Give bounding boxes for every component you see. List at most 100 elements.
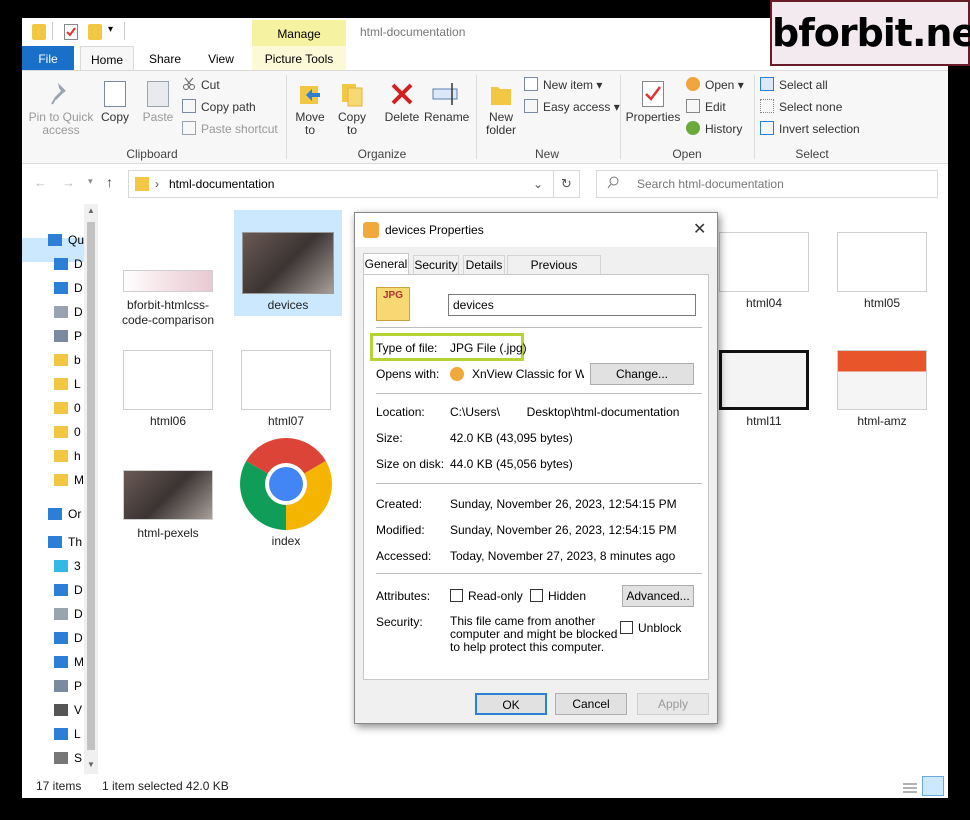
recent-locations-icon[interactable]: ▾: [88, 176, 93, 187]
readonly-checkbox[interactable]: [450, 589, 463, 602]
file-tile[interactable]: html11: [712, 350, 816, 428]
breadcrumb[interactable]: html-documentation: [169, 177, 274, 191]
chevron-down-icon[interactable]: ⌄: [533, 177, 543, 191]
forward-arrow-icon[interactable]: →: [62, 175, 75, 190]
nav-item[interactable]: b: [54, 348, 84, 372]
change-button[interactable]: Change...: [590, 363, 694, 385]
apply-button[interactable]: Apply: [637, 693, 709, 715]
new-folder-quick-icon[interactable]: [88, 24, 102, 40]
nav-item[interactable]: D: [54, 602, 84, 626]
nav-item[interactable]: 0: [54, 420, 84, 444]
filename-input[interactable]: devices: [448, 294, 696, 316]
large-icons-view-icon[interactable]: [922, 776, 944, 796]
unblock-checkbox[interactable]: [620, 621, 633, 634]
divider: [553, 171, 554, 197]
new-item-button[interactable]: New item ▾: [524, 75, 602, 95]
tab-details[interactable]: Details: [463, 255, 505, 275]
nav-item[interactable]: D: [54, 578, 84, 602]
details-view-icon[interactable]: [902, 779, 918, 793]
cut-button[interactable]: Cut: [182, 75, 220, 95]
nav-item[interactable]: S: [54, 746, 84, 770]
file-tile[interactable]: bforbit-htmlcss-code-comparison: [116, 270, 220, 328]
history-button[interactable]: History: [686, 119, 742, 139]
tab-previous-versions[interactable]: Previous Versions: [507, 255, 601, 290]
file-tile[interactable]: html-amz: [830, 350, 934, 428]
customize-qat-icon[interactable]: ▾: [108, 24, 113, 35]
refresh-icon[interactable]: ↻: [561, 176, 572, 192]
properties-button[interactable]: Properties: [624, 81, 682, 124]
edit-button[interactable]: Edit: [686, 97, 726, 117]
easy-access-label: Easy access: [543, 100, 611, 114]
hidden-checkbox[interactable]: [530, 589, 543, 602]
manage-context-tab[interactable]: Manage: [252, 20, 346, 46]
nav-item[interactable]: 3: [54, 554, 84, 578]
size-value: 42.0 KB (43,095 bytes): [450, 431, 573, 445]
tab-general[interactable]: General: [363, 253, 409, 275]
nav-item[interactable]: D: [54, 252, 84, 276]
nav-item[interactable]: L: [54, 722, 84, 746]
pin-quick-access-button[interactable]: Pin to Quick access: [28, 81, 94, 137]
select-none-button[interactable]: Select none: [760, 97, 842, 117]
move-to-button[interactable]: Move to: [290, 81, 330, 137]
rename-button[interactable]: Rename: [424, 81, 469, 124]
delete-button[interactable]: Delete: [380, 81, 424, 124]
copy-to-label: Copy to: [337, 110, 366, 137]
copy-button[interactable]: Copy: [98, 81, 132, 124]
tab-view[interactable]: View: [198, 46, 244, 70]
nav-item-label: D: [74, 583, 83, 597]
file-tile[interactable]: html04: [712, 232, 816, 310]
new-folder-button[interactable]: New folder: [480, 81, 522, 137]
nav-item[interactable]: P: [54, 674, 84, 698]
nav-item[interactable]: D: [54, 626, 84, 650]
close-icon[interactable]: ✕: [693, 219, 706, 239]
tab-security[interactable]: Security: [413, 255, 459, 275]
nav-item[interactable]: V: [54, 698, 84, 722]
easy-access-button[interactable]: Easy access ▾: [524, 97, 620, 117]
tab-file[interactable]: File: [22, 46, 74, 70]
nav-item[interactable]: P: [54, 324, 84, 348]
copy-to-button[interactable]: Copy to: [332, 81, 372, 137]
file-tile[interactable]: html-pexels: [116, 470, 220, 540]
nav-item[interactable]: D: [54, 300, 84, 324]
tab-picture-tools[interactable]: Picture Tools: [252, 46, 346, 70]
advanced-button[interactable]: Advanced...: [622, 585, 694, 607]
nav-item[interactable]: Qu: [48, 228, 84, 252]
clipboard-group-label: Clipboard: [126, 147, 178, 161]
nav-item[interactable]: Th: [48, 530, 84, 554]
file-tile-selected[interactable]: devices: [234, 210, 342, 316]
scroll-up-icon[interactable]: ▲: [87, 206, 95, 215]
up-arrow-icon[interactable]: ↑: [106, 174, 113, 190]
select-all-button[interactable]: Select all: [760, 75, 828, 95]
file-tile[interactable]: html06: [116, 350, 220, 428]
cancel-button[interactable]: Cancel: [555, 693, 627, 715]
tab-share[interactable]: Share: [140, 46, 190, 70]
nav-item[interactable]: L: [54, 372, 84, 396]
ok-button[interactable]: OK: [475, 693, 547, 715]
file-tile[interactable]: html05: [830, 232, 934, 310]
scroll-thumb[interactable]: [87, 222, 95, 750]
nav-item[interactable]: D: [54, 276, 84, 300]
copy-path-button[interactable]: Copy path: [182, 97, 256, 117]
scroll-down-icon[interactable]: ▼: [87, 760, 95, 769]
nav-scrollbar[interactable]: ▲ ▼: [84, 204, 98, 774]
folder-icon[interactable]: [32, 24, 46, 40]
nav-item[interactable]: M: [54, 650, 84, 674]
breadcrumb-chevron-icon[interactable]: ›: [155, 177, 159, 191]
paste-button[interactable]: Paste: [138, 81, 178, 124]
invert-selection-button[interactable]: Invert selection: [760, 119, 860, 139]
search-box[interactable]: Search html-documentation: [596, 170, 938, 198]
file-tile[interactable]: html07: [234, 350, 338, 428]
tab-home[interactable]: Home: [80, 46, 134, 70]
file-thumbnail: [241, 350, 331, 410]
address-bar[interactable]: › html-documentation ⌄ ↻: [128, 170, 580, 198]
properties-quick-icon[interactable]: [64, 24, 78, 40]
nav-item[interactable]: Or: [48, 502, 84, 526]
modified-label: Modified:: [376, 523, 425, 537]
file-tile[interactable]: index: [234, 436, 338, 548]
nav-item[interactable]: M: [54, 468, 84, 492]
paste-shortcut-button[interactable]: Paste shortcut: [182, 119, 278, 139]
open-button[interactable]: Open ▾: [686, 75, 744, 95]
nav-item[interactable]: h: [54, 444, 84, 468]
nav-item[interactable]: 0: [54, 396, 84, 420]
back-arrow-icon[interactable]: ←: [34, 175, 47, 190]
